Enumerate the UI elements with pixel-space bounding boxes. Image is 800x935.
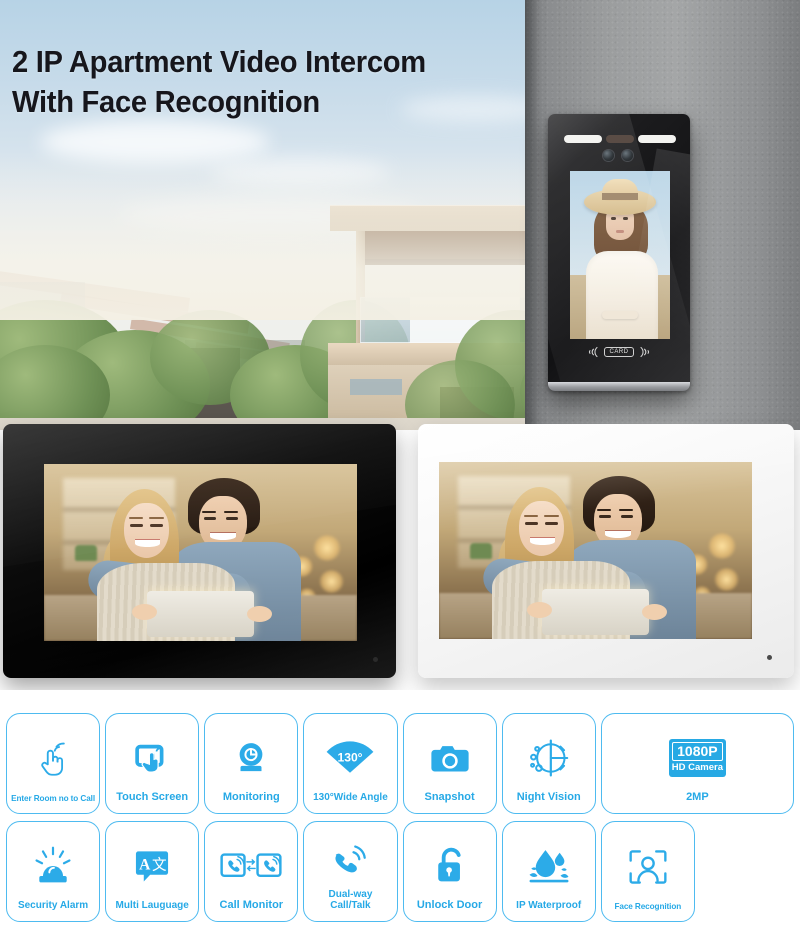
- feature-label: Call Monitor: [219, 898, 284, 911]
- page-title: 2 IP Apartment Video Intercom With Face …: [12, 44, 426, 119]
- siren-alarm-icon: [7, 833, 99, 900]
- handset-waves-icon: [304, 833, 396, 889]
- feature-card-enter-room-no-to-call[interactable]: Enter Room no to Call: [6, 713, 101, 814]
- feature-label: 130°Wide Angle: [313, 791, 388, 803]
- dome-camera-icon: [205, 725, 297, 791]
- feature-card-unlock-door[interactable]: Unlock Door: [402, 821, 497, 922]
- feature-label: Touch Screen: [116, 790, 189, 803]
- touch-screen-icon: [106, 725, 198, 791]
- feature-label: Night Vision: [516, 790, 581, 803]
- wide-angle-icon: 130°: [304, 725, 396, 792]
- feature-card-multi-language[interactable]: A 文 Multi Lauguage: [105, 821, 200, 922]
- svg-text:文: 文: [152, 857, 167, 874]
- door-station-base: [548, 382, 690, 391]
- feature-label: Dual-way Call/Talk: [328, 888, 373, 911]
- feature-card-snapshot[interactable]: Snapshot: [402, 713, 497, 814]
- call-monitor-icon: [205, 833, 297, 899]
- light-sensor: [767, 655, 772, 660]
- sensor-bar: [606, 135, 634, 143]
- feature-label: Unlock Door: [416, 898, 483, 911]
- wall-edge-shadow: [525, 0, 539, 430]
- svg-text:A: A: [139, 857, 151, 874]
- feature-card-2mp[interactable]: 1080P HD Camera 2MP: [600, 713, 794, 814]
- feature-label: Security Alarm: [17, 899, 89, 911]
- resolution-value: 1080P: [672, 741, 723, 762]
- indoor-monitor-white[interactable]: [418, 424, 794, 678]
- feature-grid: Enter Room no to Call Touch Screen Monit…: [0, 690, 800, 935]
- feature-card-ip-waterproof[interactable]: IP Waterproof: [501, 821, 596, 922]
- feature-card-face-recognition[interactable]: Face Recognition: [600, 821, 695, 922]
- camera-icon: [404, 725, 496, 791]
- resolution-caption: HD Camera: [671, 762, 723, 774]
- feature-card-wide-angle[interactable]: 130° 130°Wide Angle: [303, 713, 398, 814]
- feature-label: IP Waterproof: [516, 899, 582, 911]
- feature-label: 2MP: [686, 790, 709, 803]
- feature-card-call-monitor[interactable]: Call Monitor: [204, 821, 299, 922]
- svg-text:130°: 130°: [338, 751, 363, 765]
- night-vision-icon: [503, 725, 595, 791]
- unlock-padlock-icon: [404, 833, 496, 899]
- ir-led-strip-right: [638, 135, 676, 143]
- feature-label: Enter Room no to Call: [11, 793, 95, 803]
- hero-banner: CARD 2 IP Apartment Video Intercom With …: [0, 0, 800, 430]
- indoor-monitor-black[interactable]: [3, 424, 396, 678]
- hd-1080p-badge-icon: 1080P HD Camera: [602, 725, 793, 791]
- ir-led-strip-left: [564, 135, 602, 143]
- feature-card-touch-screen[interactable]: Touch Screen: [105, 713, 200, 814]
- tap-hand-signal-icon: [7, 725, 99, 794]
- water-drop-splash-icon: [503, 833, 595, 900]
- light-sensor: [373, 657, 378, 662]
- rfid-wave-left-icon: [589, 346, 599, 358]
- camera-lens: [603, 150, 614, 161]
- face-recognition-icon: [602, 833, 694, 902]
- feature-card-security-alarm[interactable]: Security Alarm: [6, 821, 101, 922]
- feature-card-night-vision[interactable]: Night Vision: [501, 713, 596, 814]
- feature-label: Snapshot: [424, 790, 475, 803]
- face-recognition-door-station[interactable]: CARD: [548, 114, 690, 391]
- feature-label: Monitoring: [222, 790, 280, 803]
- feature-label: Face Recognition: [614, 901, 682, 911]
- camera-lens: [622, 150, 633, 161]
- feature-card-monitoring[interactable]: Monitoring: [204, 713, 299, 814]
- translate-icon: A 文: [106, 833, 198, 900]
- feature-label: Multi Lauguage: [115, 899, 189, 911]
- feature-card-dual-way-call-talk[interactable]: Dual-way Call/Talk: [303, 821, 398, 922]
